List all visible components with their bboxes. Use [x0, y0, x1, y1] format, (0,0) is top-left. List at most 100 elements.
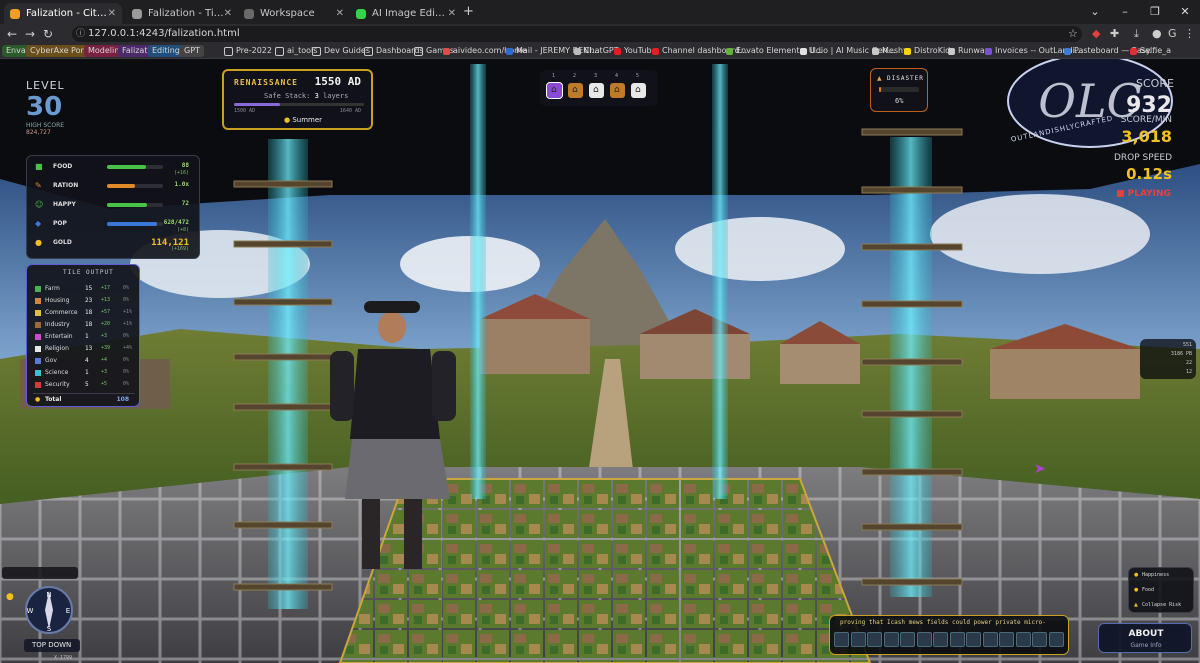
extensions-puzzle-icon[interactable]: ✚	[1110, 26, 1119, 42]
bookmark-favicon-icon	[985, 47, 992, 55]
resource-label: FOOD	[53, 163, 73, 170]
tile-type-count: 5	[85, 381, 89, 388]
download-icon[interactable]: ⤓	[1134, 26, 1139, 42]
tile-icon[interactable]	[949, 632, 965, 647]
tile-type-icon	[35, 298, 41, 304]
tile-output-total-label: Total	[45, 396, 62, 403]
new-tab-button[interactable]: +	[463, 4, 474, 19]
objective-happiness[interactable]: Happiness	[1142, 572, 1169, 578]
browser-tab[interactable]: AI Image Editor - Transform & ✕	[350, 3, 462, 24]
resource-label: RATION	[53, 182, 79, 189]
grid-icon[interactable]	[850, 632, 866, 647]
drop-speed-value: 0.12s	[1126, 165, 1172, 183]
tab-search-icon[interactable]: ⌄	[1080, 0, 1110, 24]
bookmark-favicon-icon	[726, 47, 733, 55]
google-icon[interactable]: G	[1168, 26, 1177, 42]
hotbar-slot-number: 2	[573, 73, 577, 79]
score-label: SCORE	[1136, 77, 1174, 90]
bookmark-item[interactable]: DistroKid	[904, 45, 950, 57]
bookmark-item[interactable]: YouTube	[614, 45, 657, 57]
menu-dots-icon[interactable]: ⋮	[1184, 26, 1195, 42]
hotbar-slot[interactable]: ⌂	[546, 82, 563, 99]
tile-type-count: 1	[85, 333, 89, 340]
card-icon[interactable]	[999, 632, 1014, 647]
extension-icon-red[interactable]: ◆	[1092, 26, 1100, 42]
bookmark-item[interactable]: GPT	[180, 45, 204, 57]
tile-type-name: Industry	[45, 321, 70, 328]
tile-icon[interactable]	[900, 632, 915, 647]
save-icon[interactable]	[1032, 632, 1047, 647]
happiness-icon: ●	[1134, 572, 1139, 578]
bookmark-star-icon[interactable]: ☆	[1068, 26, 1078, 42]
bulb-icon[interactable]	[834, 632, 849, 647]
bookmark-item[interactable]: Runway	[948, 45, 990, 57]
forward-arrow-icon[interactable]: →	[22, 26, 38, 42]
tab-close-icon[interactable]: ✕	[108, 8, 116, 19]
camera-toolbar[interactable]	[2, 567, 78, 579]
tile-icon[interactable]	[916, 632, 932, 647]
close-window-button[interactable]: ✕	[1170, 0, 1200, 24]
tile-icon[interactable]	[933, 632, 948, 647]
site-info-icon[interactable]: ⓘ	[76, 26, 85, 42]
tile-type-output: +57	[101, 309, 111, 315]
tile-type-bonus: 0%	[123, 333, 130, 339]
objective-food[interactable]: Food	[1142, 587, 1154, 593]
resource-bar-fill	[107, 222, 158, 226]
tool-icon[interactable]	[883, 632, 899, 647]
compass-e: E	[66, 607, 70, 615]
tile-type-name: Farm	[45, 285, 60, 292]
gear-icon[interactable]	[966, 632, 981, 647]
bookmark-favicon-icon	[800, 47, 807, 55]
disaster-panel: ▲ DISASTER 6%	[870, 68, 928, 112]
minimize-button[interactable]: –	[1110, 0, 1140, 24]
hotbar-slot[interactable]: ⌂	[568, 83, 583, 98]
tile-type-count: 1	[85, 369, 89, 376]
about-button[interactable]: ABOUT Game Info	[1098, 623, 1192, 653]
resource-label: GOLD	[53, 239, 72, 246]
hotbar-slot-number: 4	[615, 73, 619, 79]
tile-type-output: +3	[101, 333, 108, 339]
tile-output-total-value: 108	[116, 396, 129, 403]
bookmark-item[interactable]: Selfie_a	[1130, 45, 1171, 57]
tab-close-icon[interactable]: ✕	[336, 8, 344, 19]
tile-type-count: 18	[85, 321, 93, 328]
compass-widget[interactable]: N E S W	[24, 585, 74, 635]
hotbar-slot[interactable]: ⌂	[631, 83, 646, 98]
sun-icon[interactable]	[982, 632, 998, 647]
browser-tab[interactable]: Workspace ✕	[238, 3, 350, 24]
tile-type-icon	[35, 358, 41, 364]
news-ticker-panel: proving that Icash mews fields could pow…	[829, 615, 1069, 655]
card-icon[interactable]	[1015, 632, 1031, 647]
url-input[interactable]: ⓘ 127.0.0.1:4243/falization.html	[72, 26, 1082, 42]
hotbar-slot[interactable]: ⌂	[610, 83, 625, 98]
top-down-button[interactable]: TOP DOWN	[24, 639, 80, 652]
stats-icon[interactable]	[1048, 632, 1064, 647]
back-arrow-icon[interactable]: ←	[4, 26, 20, 42]
objective-collapse-risk[interactable]: Collapse Risk	[1142, 602, 1181, 608]
reload-icon[interactable]: ↻	[40, 26, 56, 42]
tile-type-count: 13	[85, 345, 93, 352]
bookmark-favicon-icon	[574, 47, 581, 55]
tile-type-icon	[35, 286, 41, 292]
bookmark-item[interactable]: ChatGPT	[574, 45, 619, 57]
profile-avatar-icon[interactable]: ●	[1152, 26, 1162, 42]
bookmark-item[interactable]: Meshy	[872, 45, 908, 57]
disaster-value: 6%	[895, 97, 904, 105]
browser-tab[interactable]: Falization - Tile Manager v1.3.1✕	[126, 3, 238, 24]
star-icon[interactable]	[867, 632, 882, 647]
bookmark-item[interactable]: Editing	[148, 45, 184, 57]
tab-close-icon[interactable]: ✕	[448, 8, 456, 19]
bookmark-item[interactable]: Pre-2022	[224, 45, 272, 57]
resources-panel: ■ FOOD 88 (+16) ✎ RATION 1.0x ☺ HAPPY 72 ◆ POP 628/4…	[26, 155, 200, 259]
tile-type-count: 18	[85, 309, 93, 316]
maximize-button[interactable]: ❐	[1140, 0, 1170, 24]
bookmark-item[interactable]: Dev Guides	[312, 45, 370, 57]
game-viewport[interactable]: LEVEL 30 HIGH SCORE 824,727 RENAISSANCE …	[0, 59, 1200, 663]
play-status-label: PLAYING	[1127, 189, 1171, 199]
tile-type-bonus: 0%	[123, 381, 130, 387]
tab-close-icon[interactable]: ✕	[224, 8, 232, 19]
browser-tab[interactable]: Falization - City Builder v0.✕	[4, 3, 122, 24]
hotbar-slot[interactable]: ⌂	[589, 83, 604, 98]
bookmark-label: Editing	[152, 46, 180, 55]
bookmark-label: Selfie_a	[1140, 46, 1172, 55]
